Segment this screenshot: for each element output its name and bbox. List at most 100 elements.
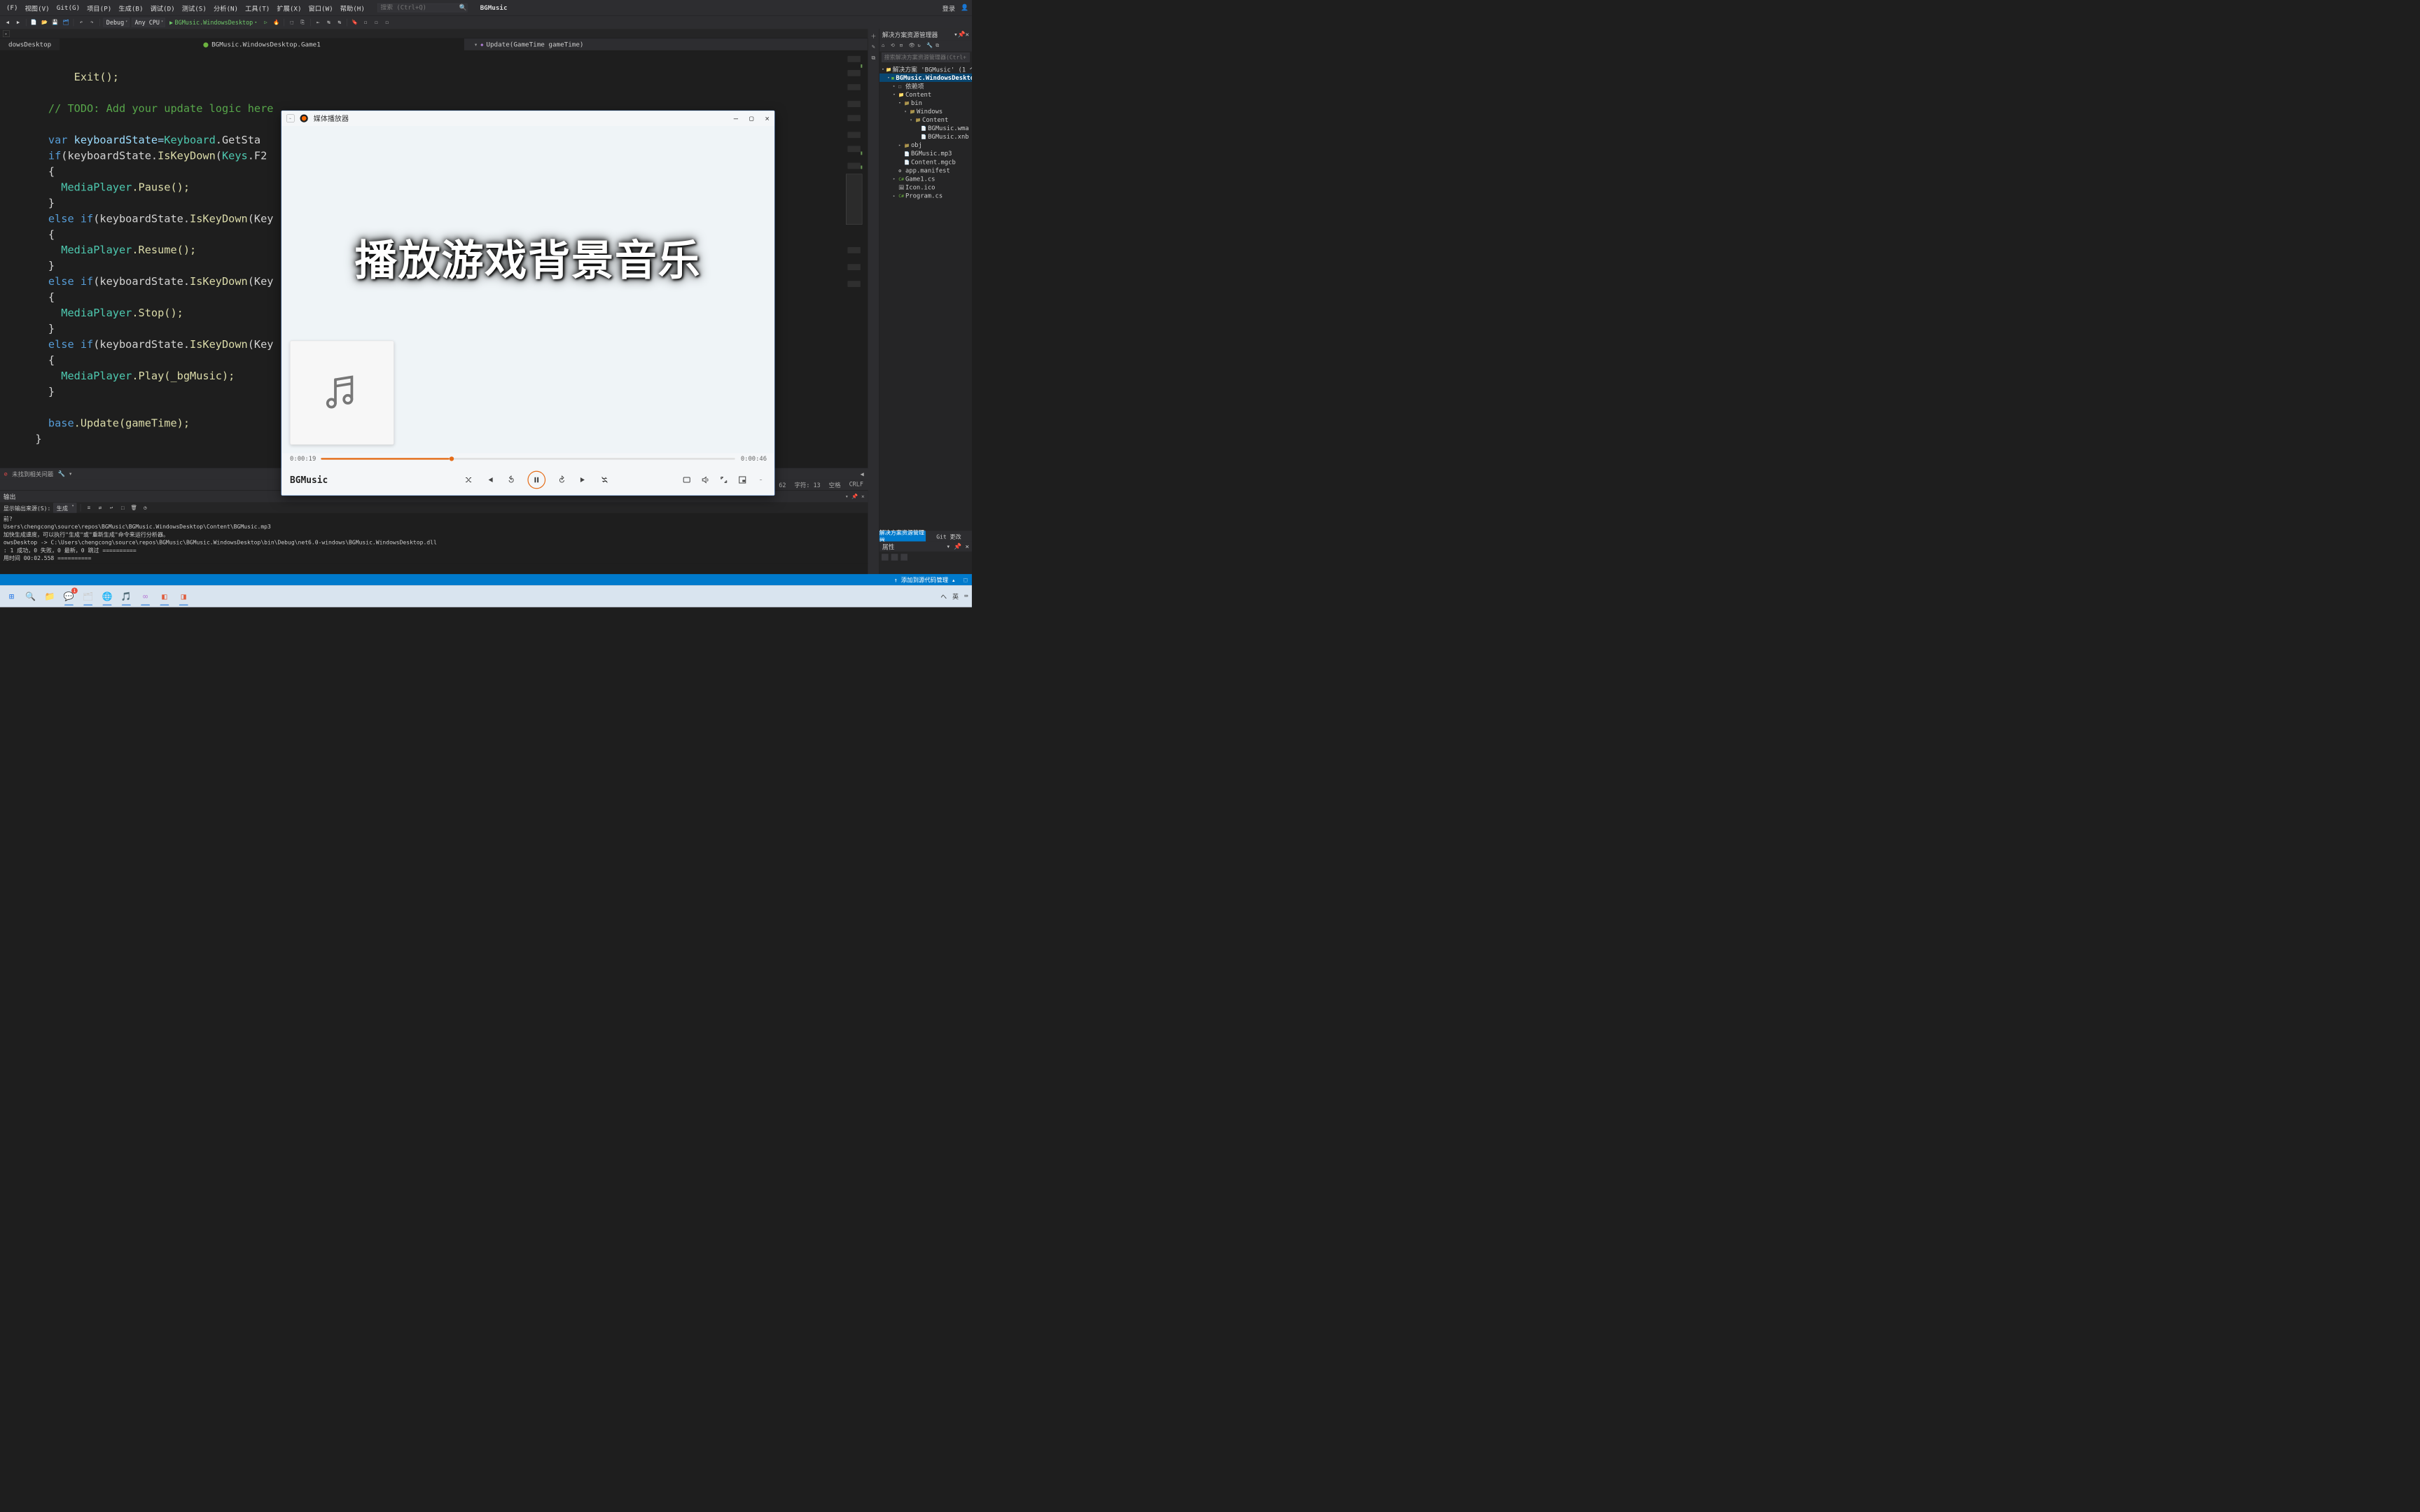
prop-btn[interactable] xyxy=(900,554,908,561)
step-icon[interactable]: ↹ xyxy=(335,18,344,27)
start-no-debug-icon[interactable]: ▷ xyxy=(261,18,270,27)
tree-content[interactable]: ▾📁Content xyxy=(879,90,972,99)
system-tray[interactable]: へ 英 ⌨ xyxy=(940,592,968,601)
tree-file-xnb[interactable]: 📄BGMusic.xnb xyxy=(879,132,972,141)
new-file-icon[interactable]: 📄 xyxy=(29,18,38,27)
preview-icon[interactable]: ⧉ xyxy=(936,43,943,50)
filter-icon[interactable]: 🔧 ▾ xyxy=(58,470,73,477)
task-files[interactable]: 🗂 xyxy=(81,589,96,604)
sync-icon[interactable]: ⟲ xyxy=(891,43,898,50)
output-source-select[interactable]: 生成 xyxy=(53,503,76,512)
menu-git[interactable]: Git(G) xyxy=(54,3,83,13)
chevron-down-icon[interactable]: ▾ xyxy=(255,20,257,24)
next-track-icon[interactable] xyxy=(578,475,587,484)
nav-crumb[interactable]: dowsDesktop xyxy=(0,38,60,50)
task-settings[interactable]: 💬1 xyxy=(62,589,77,604)
start-button[interactable]: ⊞ xyxy=(4,589,20,604)
bookmark-icon[interactable]: ☐ xyxy=(361,18,370,27)
login-link[interactable]: 登录 xyxy=(943,3,955,13)
pin-icon[interactable]: 📌 xyxy=(851,493,858,499)
menu-window[interactable]: 窗口(W) xyxy=(306,2,336,14)
tree-file-wma[interactable]: 📄BGMusic.wma xyxy=(879,124,972,132)
tool-icon[interactable]: ⎘ xyxy=(298,18,307,27)
source-control-status[interactable]: ↑ 添加到源代码管理 ▴ xyxy=(894,575,956,584)
config-select[interactable]: Debug xyxy=(103,18,129,27)
dropdown-icon[interactable]: ▾ xyxy=(845,493,848,499)
bookmark-icon[interactable]: 🔖 xyxy=(351,18,359,27)
scroll-left-icon[interactable]: ◀ xyxy=(861,470,864,477)
minimap-viewport[interactable] xyxy=(846,174,862,225)
menu-tools[interactable]: 工具(T) xyxy=(242,2,272,14)
menu-help[interactable]: 帮助(H) xyxy=(338,2,368,14)
refresh-icon[interactable]: ↻ xyxy=(917,43,924,50)
pause-button[interactable] xyxy=(527,471,545,489)
shuffle-icon[interactable] xyxy=(464,475,473,484)
progress-knob[interactable] xyxy=(450,456,454,461)
tab-game1[interactable]: ⬤ BGMusic.WindowsDesktop.Game1 xyxy=(60,38,464,50)
hot-reload-icon[interactable]: 🔥 xyxy=(272,18,281,27)
step-icon[interactable]: ⇤ xyxy=(314,18,322,27)
tree-file-icon[interactable]: 🖼Icon.ico xyxy=(879,183,972,191)
tree-file-game1[interactable]: ▸C#Game1.cs xyxy=(879,174,972,183)
step-icon[interactable]: ↹ xyxy=(324,18,333,27)
tree-file-mgcb[interactable]: 📄Content.mgcb xyxy=(879,158,972,166)
solution-search-input[interactable] xyxy=(882,52,970,62)
tree-content2[interactable]: ▾📁Content xyxy=(879,115,972,124)
media-back-button[interactable]: ← xyxy=(286,114,294,122)
platform-select[interactable]: Any CPU xyxy=(132,18,165,27)
fullscreen-icon[interactable] xyxy=(718,475,728,484)
pin-icon[interactable]: 📌 xyxy=(958,31,966,38)
solution-tree[interactable]: ▾📁解决方案 'BGMusic' (1 个项目, 共 ▾▣BGMusic.Win… xyxy=(879,63,972,531)
timer-icon[interactable]: ◷ xyxy=(141,503,149,512)
nav-back-icon[interactable]: ◀ xyxy=(4,18,12,27)
save-all-icon[interactable]: 🗂 xyxy=(62,18,70,27)
tree-file-program[interactable]: ▸C#Program.cs xyxy=(879,191,972,200)
menu-extensions[interactable]: 扩展(X) xyxy=(274,2,304,14)
tree-solution-root[interactable]: ▾📁解决方案 'BGMusic' (1 个项目, 共 xyxy=(879,65,972,74)
tray-ime[interactable]: 英 xyxy=(952,592,959,601)
maximize-icon[interactable]: ▢ xyxy=(749,114,753,122)
rewind-icon[interactable] xyxy=(506,475,516,484)
task-search[interactable]: 🔍 xyxy=(23,589,39,604)
task-app1[interactable]: ◧ xyxy=(157,589,172,604)
menu-debug[interactable]: 调试(D) xyxy=(148,2,178,14)
undo-icon[interactable]: ↶ xyxy=(77,18,85,27)
menu-test[interactable]: 测试(S) xyxy=(179,2,209,14)
task-vs[interactable]: ∞ xyxy=(138,589,153,604)
tree-bin[interactable]: ▾📁bin xyxy=(879,99,972,107)
tree-deps[interactable]: ▸⬚依赖项 xyxy=(879,82,972,90)
goto-icon[interactable]: ⬚ xyxy=(118,503,127,512)
tree-windows[interactable]: ▾📁Windows xyxy=(879,107,972,115)
open-file-icon[interactable]: 📂 xyxy=(40,18,48,27)
task-app2[interactable]: ◨ xyxy=(176,589,191,604)
menu-project[interactable]: 项目(P) xyxy=(84,2,114,14)
repo-icon[interactable]: ⬚ xyxy=(964,576,967,583)
crumb-toggle-icon[interactable]: ▸ xyxy=(3,30,10,37)
progress-bar[interactable] xyxy=(321,458,735,459)
tool-icon[interactable]: ⬚ xyxy=(288,18,296,27)
wrap-icon[interactable]: ↩ xyxy=(107,503,116,512)
properties-icon[interactable]: 🔧 xyxy=(926,43,933,50)
miniplayer-icon[interactable] xyxy=(737,475,747,484)
bookmark-icon[interactable]: ☐ xyxy=(372,18,380,27)
global-search[interactable]: 🔍 xyxy=(377,4,468,12)
toggle-icon[interactable]: ⇄ xyxy=(96,503,104,512)
menu-view[interactable]: 视图(V) xyxy=(22,2,53,14)
close-icon[interactable]: ✕ xyxy=(861,493,864,499)
forward-icon[interactable] xyxy=(557,475,566,484)
add-icon[interactable]: ＋ xyxy=(870,31,877,38)
tree-project[interactable]: ▾▣BGMusic.WindowsDesktop xyxy=(879,74,972,82)
tab-git-changes[interactable]: Git 更改 xyxy=(926,531,972,541)
prev-track-icon[interactable] xyxy=(485,475,494,484)
show-all-icon[interactable]: 👁 xyxy=(909,43,916,50)
task-media[interactable]: 🎵 xyxy=(118,589,134,604)
media-player-window[interactable]: ← 媒体播放器 — ▢ ✕ 播放游戏背景音乐 xyxy=(281,111,775,496)
collapse-icon[interactable]: ⊟ xyxy=(900,43,907,50)
tree-obj[interactable]: ▸📁obj xyxy=(879,141,972,149)
menu-file[interactable]: (F) xyxy=(4,3,21,13)
menu-build[interactable]: 生成(B) xyxy=(116,2,146,14)
repeat-icon[interactable] xyxy=(599,475,609,484)
home-icon[interactable]: ⌂ xyxy=(882,43,889,50)
tab-update-method[interactable]: ▾ ◆ Update(GameTime gameTime) xyxy=(464,38,868,50)
user-icon[interactable]: 👤 xyxy=(961,4,968,11)
